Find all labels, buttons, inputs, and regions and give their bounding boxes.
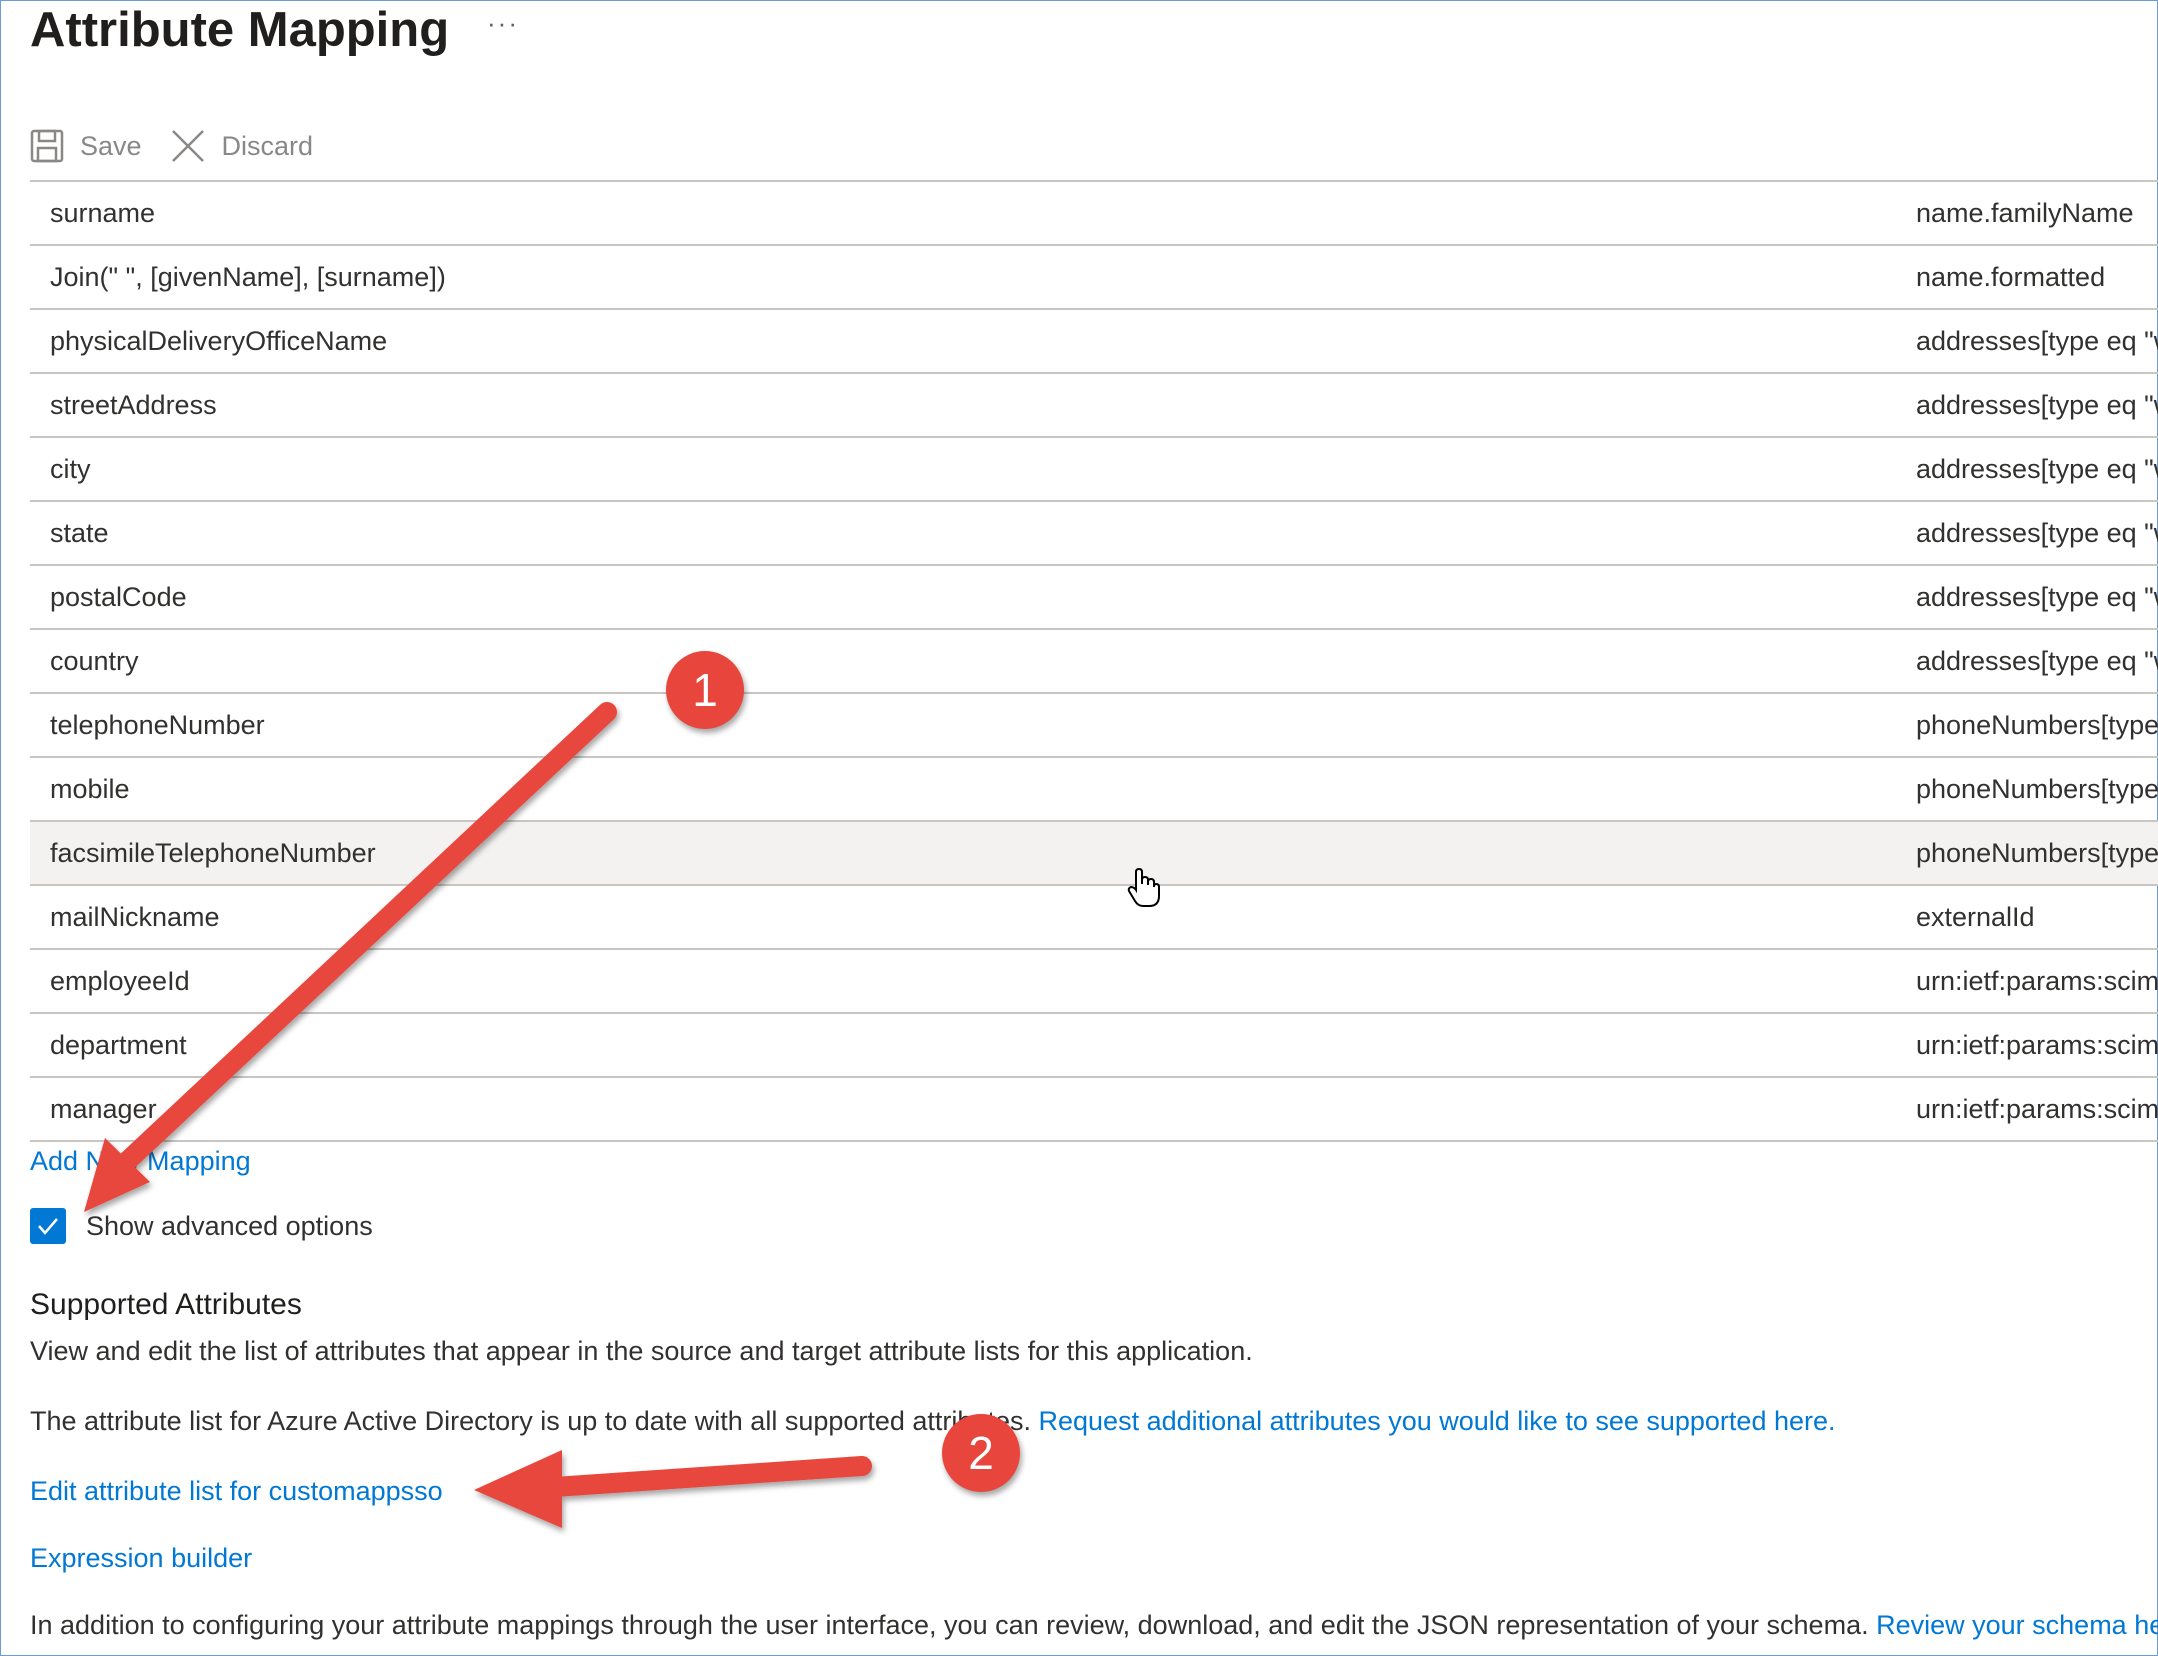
json-schema-text: In addition to configuring your attribut… bbox=[30, 1610, 1869, 1640]
source-attribute: streetAddress bbox=[50, 390, 217, 420]
table-row[interactable]: department urn:ietf:params:scim:s bbox=[30, 1014, 2158, 1078]
advanced-options-checkbox[interactable] bbox=[30, 1208, 66, 1244]
source-attribute: city bbox=[50, 454, 91, 484]
source-attribute: Join(" ", [givenName], [surname]) bbox=[50, 262, 446, 292]
table-row-hovered[interactable]: facsimileTelephoneNumber phoneNumbers[typ… bbox=[30, 822, 2158, 886]
table-row[interactable]: postalCode addresses[type eq "w bbox=[30, 566, 2158, 630]
source-attribute: facsimileTelephoneNumber bbox=[50, 838, 376, 868]
more-options-button[interactable]: ··· bbox=[487, 8, 519, 39]
target-attribute: phoneNumbers[type bbox=[1916, 774, 2158, 804]
table-row[interactable]: employeeId urn:ietf:params:scim:s bbox=[30, 950, 2158, 1014]
page-title: Attribute Mapping bbox=[30, 3, 450, 57]
discard-button[interactable]: Discard bbox=[170, 128, 314, 164]
target-attribute: addresses[type eq "w bbox=[1916, 454, 2158, 484]
add-new-mapping-link[interactable]: Add New Mapping bbox=[30, 1143, 251, 1179]
table-row[interactable]: mobile phoneNumbers[type bbox=[30, 758, 2158, 822]
save-label: Save bbox=[80, 130, 142, 161]
target-attribute: phoneNumbers[type bbox=[1916, 838, 2158, 868]
target-attribute: urn:ietf:params:scim:s bbox=[1916, 1030, 2158, 1060]
table-row[interactable]: telephoneNumber phoneNumbers[type bbox=[30, 694, 2158, 758]
target-attribute: urn:ietf:params:scim:s bbox=[1916, 966, 2158, 996]
annotation-badge-1: 1 bbox=[666, 651, 744, 729]
discard-label: Discard bbox=[221, 130, 314, 161]
edit-attribute-list-link[interactable]: Edit attribute list for customappsso bbox=[30, 1476, 443, 1507]
source-attribute: physicalDeliveryOfficeName bbox=[50, 326, 388, 356]
target-attribute: addresses[type eq "w bbox=[1916, 518, 2158, 548]
attribute-mapping-table: surname name.familyName Join(" ", [givenN… bbox=[30, 180, 2158, 1142]
source-attribute: mobile bbox=[50, 774, 130, 804]
target-attribute: addresses[type eq "w bbox=[1916, 326, 2158, 356]
table-row[interactable]: manager urn:ietf:params:scim:s bbox=[30, 1078, 2158, 1142]
advanced-options-label: Show advanced options bbox=[86, 1210, 373, 1241]
annotation-badge-2: 2 bbox=[942, 1414, 1020, 1492]
target-attribute: addresses[type eq "w bbox=[1916, 390, 2158, 420]
command-bar: Save Discard bbox=[30, 120, 341, 172]
review-schema-link[interactable]: Review your schema here. bbox=[1876, 1610, 2158, 1640]
target-attribute: name.formatted bbox=[1916, 262, 2106, 292]
advanced-options-toggle[interactable]: Show advanced options bbox=[30, 1208, 373, 1244]
table-row[interactable]: streetAddress addresses[type eq "w bbox=[30, 374, 2158, 438]
source-attribute: surname bbox=[50, 198, 156, 228]
table-row[interactable]: surname name.familyName bbox=[30, 182, 2158, 246]
source-attribute: state bbox=[50, 518, 109, 548]
close-icon bbox=[171, 130, 204, 162]
target-attribute: addresses[type eq "w bbox=[1916, 582, 2158, 612]
target-attribute: name.familyName bbox=[1916, 198, 2134, 228]
target-attribute: urn:ietf:params:scim:s bbox=[1916, 1094, 2158, 1124]
attribute-list-status: The attribute list for Azure Active Dire… bbox=[30, 1406, 1836, 1437]
json-schema-info: In addition to configuring your attribut… bbox=[30, 1610, 2158, 1641]
table-row[interactable]: mailNickname externalId bbox=[30, 886, 2158, 950]
target-attribute: phoneNumbers[type bbox=[1916, 710, 2158, 740]
target-attribute: externalId bbox=[1916, 902, 2035, 932]
supported-attributes-description: View and edit the list of attributes tha… bbox=[30, 1336, 1253, 1366]
save-button[interactable]: Save bbox=[30, 129, 142, 163]
expression-builder-link[interactable]: Expression builder bbox=[30, 1543, 252, 1574]
request-attributes-link[interactable]: Request additional attributes you would … bbox=[1039, 1406, 1836, 1436]
source-attribute: mailNickname bbox=[50, 902, 220, 932]
target-attribute: addresses[type eq "w bbox=[1916, 646, 2158, 676]
hand-cursor-icon bbox=[1126, 867, 1160, 913]
source-attribute: postalCode bbox=[50, 582, 187, 612]
table-row[interactable]: country addresses[type eq "w bbox=[30, 630, 2158, 694]
table-row[interactable]: Join(" ", [givenName], [surname]) name.fo… bbox=[30, 246, 2158, 310]
table-row[interactable]: city addresses[type eq "w bbox=[30, 438, 2158, 502]
save-icon bbox=[30, 129, 64, 163]
table-row[interactable]: physicalDeliveryOfficeName addresses[type… bbox=[30, 310, 2158, 374]
source-attribute: department bbox=[50, 1030, 187, 1060]
table-row[interactable]: state addresses[type eq "w bbox=[30, 502, 2158, 566]
checkmark-icon bbox=[38, 1218, 58, 1235]
source-attribute: employeeId bbox=[50, 966, 190, 996]
source-attribute: country bbox=[50, 646, 139, 676]
status-text: The attribute list for Azure Active Dire… bbox=[30, 1406, 1031, 1436]
source-attribute: manager bbox=[50, 1094, 157, 1124]
source-attribute: telephoneNumber bbox=[50, 710, 265, 740]
supported-attributes-heading: Supported Attributes bbox=[30, 1288, 302, 1321]
